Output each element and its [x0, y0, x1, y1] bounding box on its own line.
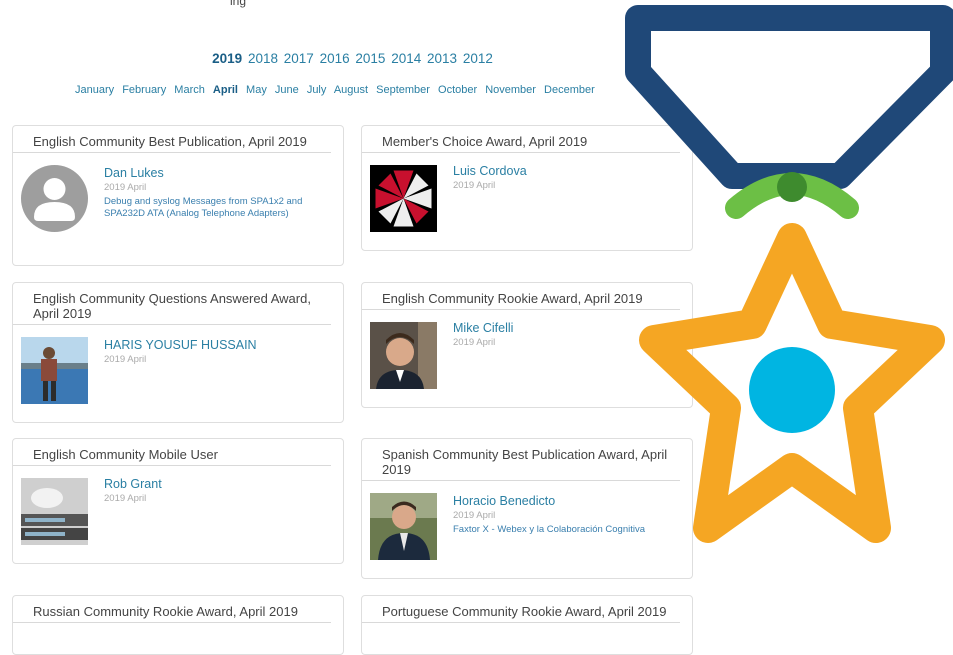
- year-link-2015[interactable]: 2015: [355, 51, 385, 66]
- year-link-2013[interactable]: 2013: [427, 51, 457, 66]
- year-link-2016[interactable]: 2016: [320, 51, 350, 66]
- month-link-april[interactable]: April: [213, 84, 238, 96]
- month-link-november[interactable]: November: [485, 84, 536, 96]
- month-link-september[interactable]: September: [376, 84, 430, 96]
- member-name-link[interactable]: HARIS YOUSUF HUSSAIN: [104, 338, 343, 352]
- month-link-june[interactable]: June: [275, 84, 299, 96]
- default-avatar[interactable]: [21, 165, 88, 232]
- award-card: Russian Community Rookie Award, April 20…: [12, 595, 344, 655]
- member-avatar[interactable]: [21, 337, 88, 404]
- year-link-2014[interactable]: 2014: [391, 51, 421, 66]
- month-link-december[interactable]: December: [544, 84, 595, 96]
- member-name-link[interactable]: Rob Grant: [104, 477, 343, 491]
- month-link-february[interactable]: February: [122, 84, 166, 96]
- month-filter: January February March April May June Ju…: [75, 84, 600, 96]
- award-date: 2019 April: [104, 182, 147, 193]
- award-card: English Community Best Publication, Apri…: [12, 125, 344, 266]
- member-avatar[interactable]: [370, 165, 437, 232]
- award-card: English Community Questions Answered Awa…: [12, 282, 344, 423]
- month-link-july[interactable]: July: [307, 84, 327, 96]
- member-name-link[interactable]: Dan Lukes: [104, 166, 343, 180]
- award-medal-icon: [625, 5, 953, 543]
- award-title: English Community Questions Answered Awa…: [13, 283, 331, 325]
- year-link-2012[interactable]: 2012: [463, 51, 493, 66]
- award-title: English Community Best Publication, Apri…: [13, 126, 331, 153]
- award-title: Russian Community Rookie Award, April 20…: [13, 596, 331, 623]
- month-link-may[interactable]: May: [246, 84, 267, 96]
- member-avatar[interactable]: [21, 478, 88, 545]
- month-link-march[interactable]: March: [174, 84, 205, 96]
- publication-link[interactable]: Debug and syslog Messages from SPA1x2 an…: [104, 196, 343, 219]
- award-card: English Community Mobile User Rob Grant …: [12, 438, 344, 564]
- cut-off-top-text: ing: [230, 0, 600, 8]
- month-link-october[interactable]: October: [438, 84, 477, 96]
- year-filter: 2019 2018 2017 2016 2015 2014 2013 2012: [0, 51, 705, 66]
- year-link-2018[interactable]: 2018: [248, 51, 278, 66]
- award-date: 2019 April: [104, 493, 147, 504]
- month-link-january[interactable]: January: [75, 84, 114, 96]
- month-link-august[interactable]: August: [334, 84, 368, 96]
- member-avatar[interactable]: [370, 322, 437, 389]
- member-avatar[interactable]: [370, 493, 437, 560]
- award-date: 2019 April: [104, 354, 147, 365]
- year-link-2019[interactable]: 2019: [212, 51, 242, 66]
- year-link-2017[interactable]: 2017: [284, 51, 314, 66]
- award-title: English Community Mobile User: [13, 439, 331, 466]
